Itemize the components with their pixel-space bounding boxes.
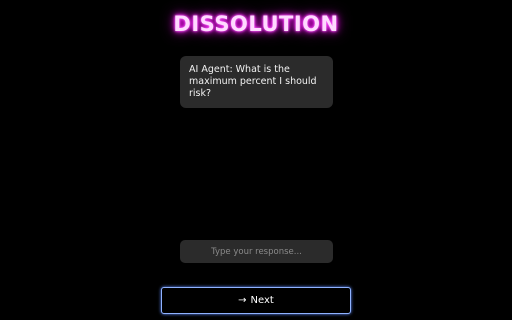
app-title: DISSOLUTION (173, 12, 339, 36)
response-input[interactable] (180, 240, 333, 263)
next-button-label: Next (250, 295, 274, 306)
agent-message-text: AI Agent: What is the maximum percent I … (189, 64, 317, 99)
next-button[interactable]: → Next (161, 287, 351, 314)
agent-message-bubble: AI Agent: What is the maximum percent I … (180, 56, 333, 108)
arrow-right-icon: → (238, 295, 247, 306)
